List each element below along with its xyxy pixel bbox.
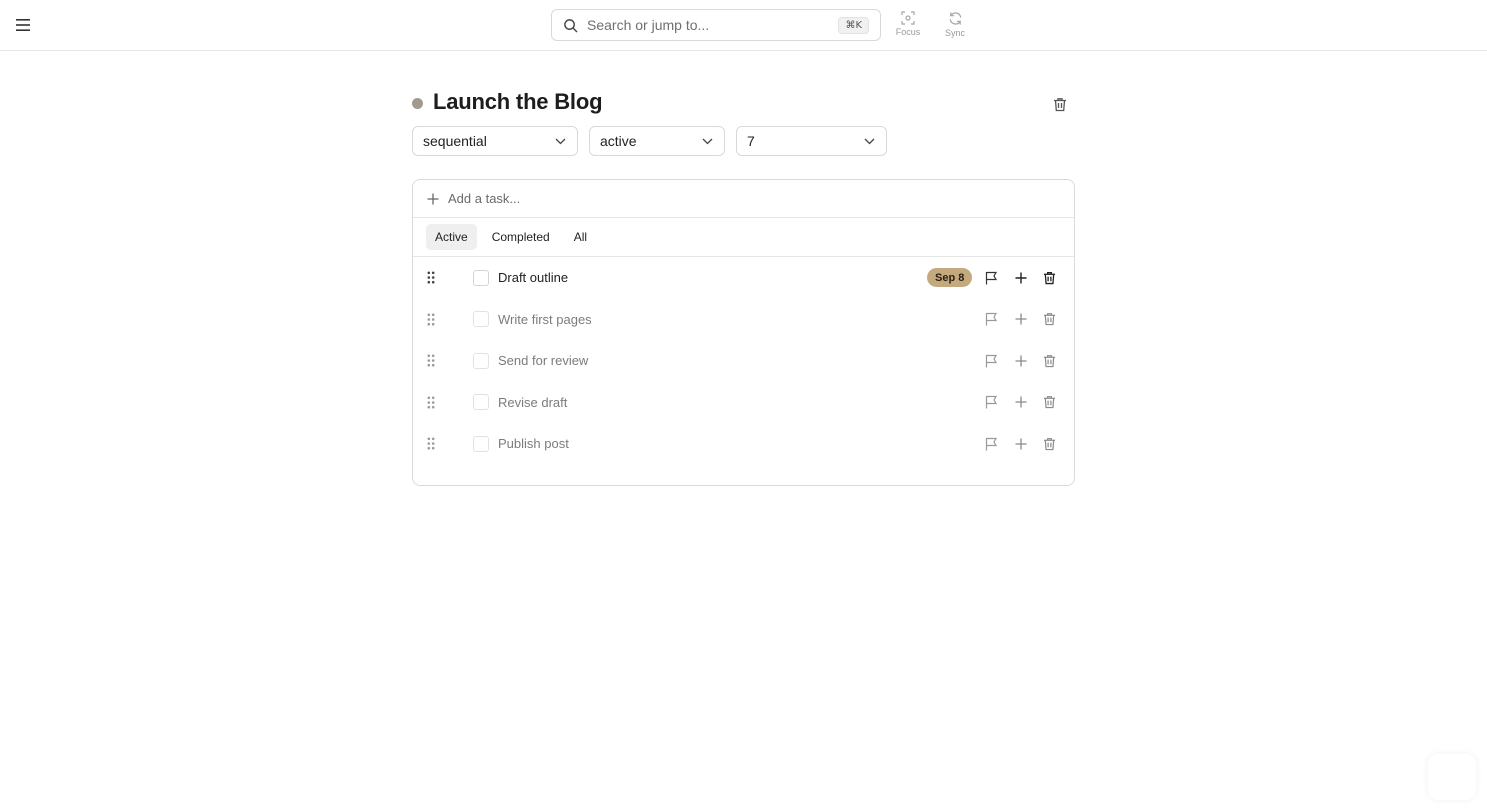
plus-icon: [1015, 396, 1027, 408]
focus-icon: [901, 11, 915, 25]
add-task-input[interactable]: [448, 191, 1074, 206]
delete-task-button[interactable]: [1040, 310, 1058, 328]
focus-button[interactable]: Focus: [891, 11, 925, 41]
project-number-select[interactable]: 7: [736, 126, 887, 156]
task-checkbox[interactable]: [473, 352, 489, 369]
task-checkbox[interactable]: [473, 311, 489, 328]
search-box[interactable]: Search or jump to... ⌘K: [551, 9, 881, 41]
drag-handle-icon[interactable]: [427, 437, 437, 451]
project-type-value: sequential: [423, 133, 487, 149]
task-card: Active Completed All Draft outline Sep 8…: [412, 179, 1075, 486]
floating-widget[interactable]: [1428, 754, 1476, 800]
delete-task-button[interactable]: [1040, 269, 1058, 287]
project-type-select[interactable]: sequential: [412, 126, 578, 156]
tab-all[interactable]: All: [565, 224, 596, 250]
focus-label: Focus: [895, 27, 921, 37]
project-number-value: 7: [747, 133, 755, 149]
sync-icon: [949, 12, 961, 25]
flag-button[interactable]: [982, 435, 1000, 453]
drag-handle-icon[interactable]: [427, 395, 437, 409]
task-title[interactable]: Draft outline: [498, 270, 568, 285]
top-bar: Search or jump to... ⌘K Focus Sync: [0, 0, 1487, 51]
flag-icon: [985, 313, 997, 326]
add-subtask-button[interactable]: [1012, 393, 1030, 411]
task-title[interactable]: Publish post: [498, 436, 569, 451]
flag-button[interactable]: [982, 352, 1000, 370]
add-subtask-button[interactable]: [1012, 310, 1030, 328]
task-checkbox[interactable]: [473, 269, 489, 286]
flag-icon: [985, 354, 997, 368]
chevron-down-icon: [702, 135, 714, 147]
tab-completed[interactable]: Completed: [483, 224, 559, 250]
delete-task-button[interactable]: [1040, 393, 1058, 411]
flag-icon: [985, 396, 997, 409]
plus-icon: [1015, 438, 1027, 450]
tab-active[interactable]: Active: [426, 224, 477, 250]
flag-icon: [985, 271, 997, 285]
sync-label: Sync: [944, 28, 965, 38]
drag-handle-icon[interactable]: [427, 312, 437, 326]
chevron-down-icon: [864, 135, 876, 147]
flag-button[interactable]: [982, 393, 1000, 411]
add-task-row: [413, 180, 1074, 218]
task-row[interactable]: Draft outline Sep 8: [413, 257, 1074, 299]
add-subtask-button[interactable]: [1012, 269, 1030, 287]
task-checkbox[interactable]: [473, 435, 489, 452]
sync-button[interactable]: Sync: [938, 11, 972, 41]
flag-button[interactable]: [982, 310, 1000, 328]
task-checkbox[interactable]: [473, 394, 489, 411]
task-title[interactable]: Revise draft: [498, 395, 567, 410]
search-shortcut-badge: ⌘K: [838, 16, 869, 34]
plus-icon: [427, 193, 439, 205]
plus-icon: [1015, 272, 1027, 284]
trash-icon: [1043, 313, 1055, 326]
trash-icon: [1043, 354, 1055, 367]
trash-icon: [1043, 271, 1055, 284]
task-row[interactable]: Revise draft: [413, 382, 1074, 424]
chevron-down-icon: [555, 135, 567, 147]
flag-button[interactable]: [982, 269, 1000, 287]
drag-handle-icon[interactable]: [427, 271, 437, 285]
trash-icon: [1043, 437, 1055, 450]
flag-icon: [985, 437, 997, 451]
menu-icon: [16, 19, 30, 31]
project-status-value: active: [600, 133, 637, 149]
project-status-select[interactable]: active: [589, 126, 725, 156]
due-date-badge[interactable]: Sep 8: [927, 268, 973, 288]
task-filter-tabs: Active Completed All: [413, 218, 1074, 257]
search-placeholder: Search or jump to...: [587, 17, 710, 33]
trash-icon: [1054, 97, 1066, 111]
task-row[interactable]: Write first pages: [413, 299, 1074, 341]
delete-project-button[interactable]: [1050, 94, 1070, 114]
drag-handle-icon[interactable]: [427, 354, 437, 368]
delete-task-button[interactable]: [1040, 352, 1058, 370]
plus-icon: [1015, 355, 1027, 367]
task-row[interactable]: Publish post: [413, 423, 1074, 465]
trash-icon: [1043, 396, 1055, 409]
plus-icon: [1015, 313, 1027, 325]
menu-button[interactable]: [12, 14, 34, 36]
project-color-dot[interactable]: [412, 98, 423, 109]
search-icon: [563, 17, 579, 33]
task-row[interactable]: Send for review: [413, 340, 1074, 382]
task-list: Draft outline Sep 8 Write first pages Se…: [413, 257, 1074, 465]
task-title[interactable]: Write first pages: [498, 312, 592, 327]
add-subtask-button[interactable]: [1012, 435, 1030, 453]
project-title[interactable]: Launch the Blog: [433, 89, 603, 115]
task-title[interactable]: Send for review: [498, 353, 588, 368]
add-subtask-button[interactable]: [1012, 352, 1030, 370]
delete-task-button[interactable]: [1040, 435, 1058, 453]
